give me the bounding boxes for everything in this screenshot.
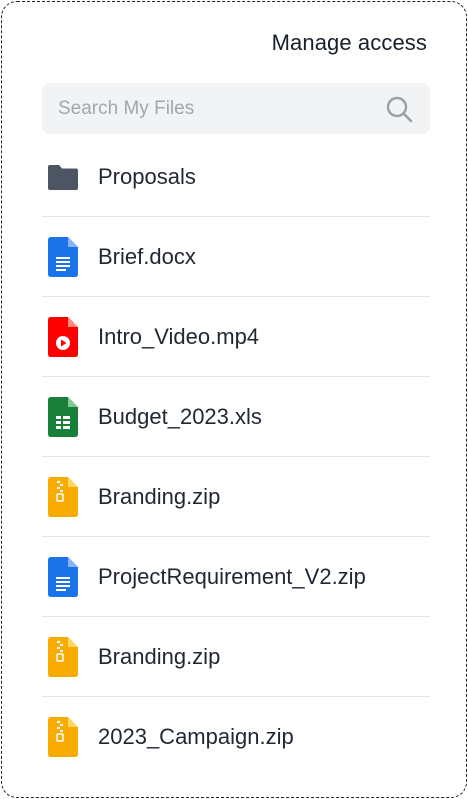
doc-icon [46,556,80,597]
file-row-branding-zip-2[interactable]: Branding.zip [42,617,430,697]
zip-icon [46,636,80,677]
file-name: Budget_2023.xls [98,403,262,429]
file-name: Proposals [98,163,196,189]
folder-icon [46,160,80,194]
manage-access-link[interactable]: Manage access [272,30,427,56]
search-icon[interactable] [385,95,413,123]
file-row-branding-zip[interactable]: Branding.zip [42,457,430,537]
zip-icon [46,717,80,757]
file-name: 2023_Campaign.zip [98,724,294,749]
file-name: Branding.zip [98,643,221,669]
file-panel: Manage access Proposals [1,1,467,798]
file-name: Branding.zip [98,483,221,509]
search-bar [42,83,430,134]
file-name: ProjectRequirement_V2.zip [98,563,366,589]
file-row-campaign-zip[interactable]: 2023_Campaign.zip [42,697,430,777]
file-row-proposals[interactable]: Proposals [42,137,430,217]
sheet-icon [46,396,80,437]
file-row-intro-video[interactable]: Intro_Video.mp4 [42,297,430,377]
file-row-budget-xls[interactable]: Budget_2023.xls [42,377,430,457]
file-row-project-requirement[interactable]: ProjectRequirement_V2.zip [42,537,430,617]
search-input[interactable] [42,83,372,134]
video-icon [46,316,80,357]
file-name: Intro_Video.mp4 [98,323,260,349]
zip-icon [46,476,80,517]
file-row-brief-docx[interactable]: Brief.docx [42,217,430,297]
file-list: Proposals Brief.docx Intro_Video.mp4 Bud… [42,137,430,777]
doc-icon [46,236,80,277]
file-name: Brief.docx [98,243,196,269]
